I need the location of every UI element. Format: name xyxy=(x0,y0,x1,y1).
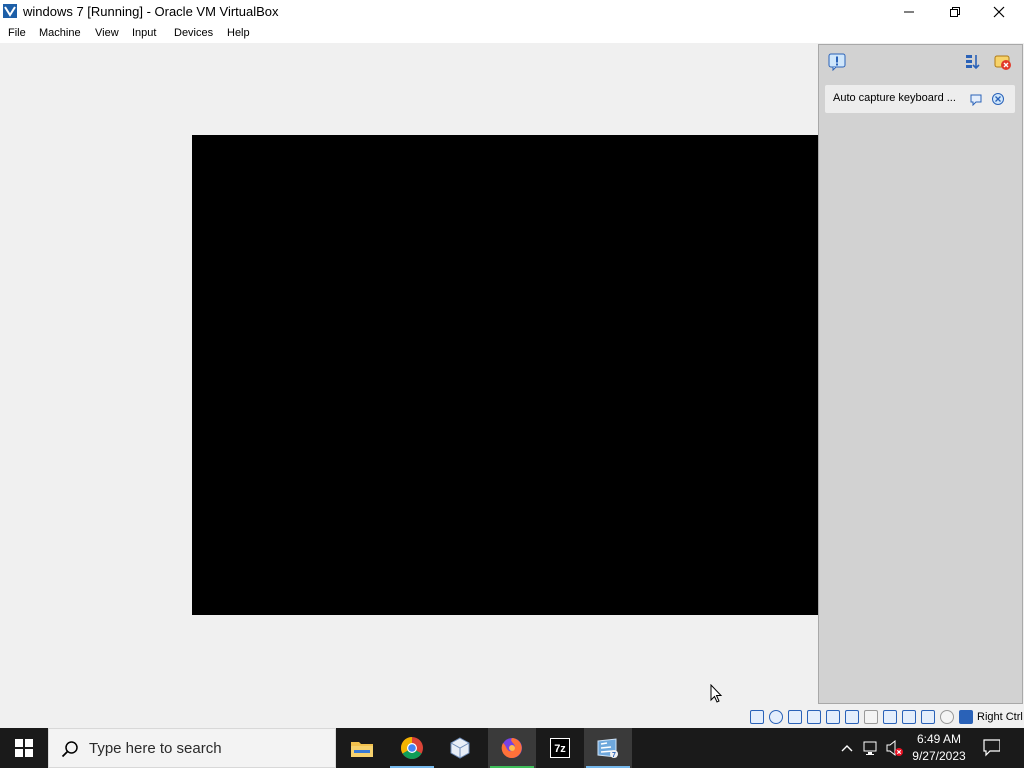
display-icon[interactable] xyxy=(883,710,897,724)
close-icon xyxy=(993,6,1005,18)
windows-logo-icon xyxy=(15,739,33,757)
network-icon[interactable] xyxy=(862,739,880,757)
action-center-icon[interactable] xyxy=(982,738,1000,757)
title-bar: windows 7 [Running] - Oracle VM VirtualB… xyxy=(0,0,1024,24)
network-icon[interactable] xyxy=(826,710,840,724)
7zip-icon: 7z xyxy=(550,738,570,758)
sort-icon[interactable] xyxy=(963,52,983,72)
host-key-label[interactable]: Right Ctrl xyxy=(977,711,1023,723)
taskbar-virtualbox-vm[interactable]: 7 xyxy=(584,728,632,768)
shared-folders-icon[interactable] xyxy=(864,710,878,724)
notification-text: Auto capture keyboard ... xyxy=(833,92,956,104)
file-explorer-icon xyxy=(351,742,373,757)
dismiss-all-icon[interactable] xyxy=(993,52,1013,72)
virtualbox-manager-icon xyxy=(450,737,470,759)
close-button[interactable] xyxy=(976,0,1022,24)
taskbar-7zip[interactable]: 7z xyxy=(536,728,584,768)
clock-time: 6:49 AM xyxy=(916,732,962,746)
restore-button[interactable] xyxy=(932,0,978,24)
taskbar-file-explorer[interactable] xyxy=(338,728,386,768)
optical-drive-icon[interactable] xyxy=(769,710,783,724)
search-icon xyxy=(61,741,78,758)
taskbar: Type here to search 7z 7 6:49 AM 9/27/20… xyxy=(0,728,1024,768)
menu-file[interactable]: File xyxy=(8,27,26,39)
chrome-icon xyxy=(401,737,423,759)
search-input[interactable]: Type here to search xyxy=(48,728,336,768)
taskbar-chrome[interactable] xyxy=(388,728,436,768)
restore-icon xyxy=(950,7,960,17)
close-icon[interactable] xyxy=(991,92,1005,109)
menu-help[interactable]: Help xyxy=(227,27,250,39)
menu-view[interactable]: View xyxy=(95,27,119,39)
keyboard-icon[interactable] xyxy=(959,710,973,724)
notification-center: Auto capture keyboard ... xyxy=(818,44,1023,704)
help-icon[interactable] xyxy=(969,92,983,109)
window-title: windows 7 [Running] - Oracle VM VirtualB… xyxy=(23,4,279,19)
volume-muted-icon[interactable] xyxy=(885,739,903,757)
vm-status-bar: Right Ctrl xyxy=(0,706,1024,728)
minimize-icon xyxy=(904,11,914,13)
virtualbox-vm-icon: 7 xyxy=(597,738,618,759)
search-placeholder: Type here to search xyxy=(89,740,222,757)
start-button[interactable] xyxy=(0,728,48,768)
menu-input[interactable]: Input xyxy=(132,27,156,39)
mouse-integration-icon[interactable] xyxy=(940,710,954,724)
video-capture-icon[interactable] xyxy=(902,710,916,724)
firefox-icon xyxy=(501,738,522,758)
floppy-icon[interactable] xyxy=(788,710,802,724)
chevron-up-icon[interactable] xyxy=(838,739,856,757)
menu-bar: File Machine View Input Devices Help xyxy=(0,24,1024,43)
notification-center-icon[interactable] xyxy=(827,52,847,72)
svg-text:7: 7 xyxy=(612,752,616,759)
system-clock[interactable]: 6:49 AM 9/27/2023 xyxy=(905,731,973,765)
menu-devices[interactable]: Devices xyxy=(174,27,213,39)
menu-machine[interactable]: Machine xyxy=(39,27,81,39)
audio-icon[interactable] xyxy=(807,710,821,724)
hard-disk-icon[interactable] xyxy=(750,710,764,724)
virtualbox-icon[interactable] xyxy=(2,3,18,19)
taskbar-virtualbox-manager[interactable] xyxy=(436,728,484,768)
taskbar-firefox[interactable] xyxy=(488,728,536,768)
svg-text:7z: 7z xyxy=(554,743,566,755)
mouse-pointer-icon xyxy=(710,684,723,703)
minimize-button[interactable] xyxy=(886,0,932,24)
clock-date: 9/27/2023 xyxy=(912,749,966,763)
usb-icon[interactable] xyxy=(845,710,859,724)
virtualization-icon[interactable] xyxy=(921,710,935,724)
vm-screen[interactable] xyxy=(192,135,819,615)
notification-message[interactable]: Auto capture keyboard ... xyxy=(825,85,1015,113)
